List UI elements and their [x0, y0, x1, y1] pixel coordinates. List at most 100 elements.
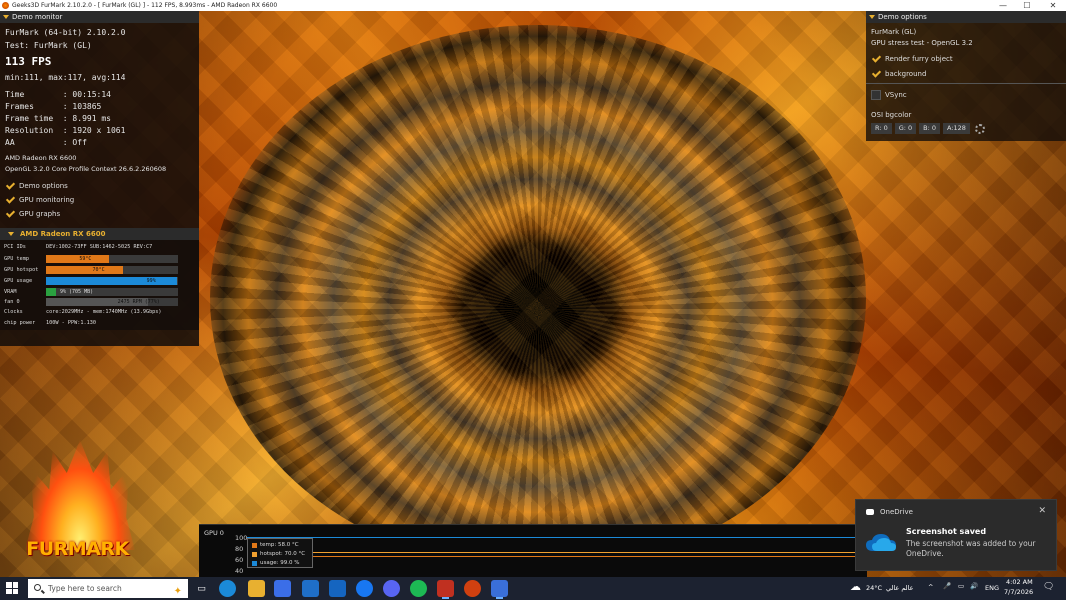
gauge-label: GPU usage	[4, 278, 33, 284]
notification-title: Screenshot saved	[906, 527, 987, 536]
windows-start-icon[interactable]	[6, 582, 18, 594]
legend-swatch	[252, 560, 257, 566]
gpu-gauge-row: GPU hotspot 70°C	[4, 265, 194, 275]
demo-monitor-header[interactable]: Demo monitor	[0, 11, 199, 23]
checkbox-label: VSync	[885, 91, 907, 99]
spotify-icon[interactable]	[410, 580, 427, 597]
background-checkbox[interactable]: background	[871, 68, 926, 80]
axis-tick: 100	[235, 534, 248, 542]
color-picker-icon[interactable]	[974, 124, 985, 134]
gauge-bar: 9% (705 MB)	[46, 288, 178, 296]
hotspot-line	[247, 552, 863, 553]
gpu-monitoring-checkbox[interactable]: GPU monitoring	[5, 194, 74, 206]
minimize-button[interactable]: —	[990, 0, 1016, 11]
gl-info: OpenGL 3.2.0 Core Profile Context 26.6.2…	[5, 165, 167, 173]
alpha-input[interactable]: A:128	[943, 123, 970, 134]
maximize-button[interactable]: ☐	[1014, 0, 1040, 11]
frame-time-readout: Frame time : 8.991 ms	[5, 114, 111, 123]
weather-temp[interactable]: 24°C	[866, 584, 882, 592]
checkmark-icon	[5, 209, 15, 219]
pci-row: PCI IDs DEV:1002-73FF SUB:1462-5025 REV:…	[4, 242, 194, 252]
furmark-taskbar-icon[interactable]	[437, 580, 454, 599]
resolution-readout: Resolution : 1920 x 1061	[5, 126, 126, 135]
demo-options-checkbox[interactable]: Demo options	[5, 180, 68, 192]
gpu-name: AMD Radeon RX 6600	[5, 154, 77, 162]
taskbar-search-box[interactable]: Type here to search ✦	[28, 579, 188, 598]
mail-icon[interactable]	[302, 580, 319, 597]
mic-icon[interactable]: 🎤	[943, 582, 951, 590]
furmark-monitor-icon[interactable]	[464, 580, 481, 597]
gauge-fill	[46, 288, 56, 296]
render-furry-object-checkbox[interactable]: Render furry object	[871, 53, 953, 65]
osi-bgcolor-label: OSI bgcolor	[871, 111, 912, 119]
tray-up-arrow-icon[interactable]: ^	[928, 583, 933, 591]
weather-icon[interactable]: ☁	[850, 580, 861, 593]
gauge-label: GPU temp	[4, 256, 29, 262]
gauge-label: fan 0	[4, 299, 20, 305]
notification-app-name: OneDrive	[880, 508, 913, 516]
flame-icon	[25, 440, 135, 550]
green-input[interactable]: G: 0	[894, 123, 917, 134]
notification-message: The screenshot was added to your OneDriv…	[906, 539, 1036, 558]
power-label: chip power	[4, 320, 36, 326]
fps-readout: 113 FPS	[5, 55, 52, 68]
checkmark-icon	[871, 54, 881, 64]
axis-tick: 40	[235, 567, 244, 575]
file-explorer-icon[interactable]	[248, 580, 265, 597]
gpu-gauge-row: GPU usage 99%	[4, 276, 194, 286]
gpu-monitor-header[interactable]: AMD Radeon RX 6600	[0, 228, 199, 240]
gauge-value: 99%	[146, 278, 156, 284]
legend-temp: temp: 58.0 °C	[252, 541, 299, 549]
notification-close-button[interactable]: ✕	[1038, 506, 1046, 516]
temp-line	[247, 556, 863, 557]
gpu-monitor-title: AMD Radeon RX 6600	[20, 230, 106, 238]
collapse-triangle-icon	[8, 232, 14, 236]
onedrive-cloud-icon	[866, 534, 896, 551]
onedrive-notification[interactable]: OneDrive ✕ Screenshot saved The screensh…	[855, 499, 1057, 571]
power-row: chip power 100W - PPW:1.130	[4, 318, 194, 328]
clocks-row: Clocks core:2029MHz - mem:1740MHz (13.9G…	[4, 307, 194, 317]
legend-swatch	[252, 542, 257, 548]
edge-icon[interactable]	[219, 580, 236, 597]
divider	[866, 83, 1066, 84]
vsync-checkbox[interactable]: VSync	[871, 89, 907, 101]
clock-time[interactable]: 4:02 AM	[1006, 578, 1033, 586]
volume-icon[interactable]: 🔊	[970, 582, 978, 590]
demo-options-header[interactable]: Demo options	[866, 11, 1066, 23]
task-view-icon[interactable]: ▭	[193, 580, 210, 597]
gauge-label: VRAM	[4, 289, 17, 295]
facebook-icon[interactable]	[356, 580, 373, 597]
network-icon[interactable]: ▭	[958, 582, 964, 590]
frames-readout: Frames : 103865	[5, 102, 102, 111]
discord-icon[interactable]	[383, 580, 400, 597]
checkbox-label: GPU graphs	[19, 210, 61, 218]
osi-bgcolor-controls: R: 0 G: 0 B: 0 A:128	[871, 123, 985, 134]
app-version: FurMark (64-bit) 2.10.2.0	[5, 28, 126, 37]
demo-monitor-title: Demo monitor	[12, 13, 63, 21]
notifications-icon[interactable]: 🗨	[1043, 582, 1054, 592]
legend-label: temp: 58.0 °C	[260, 542, 299, 548]
gauge-fill	[46, 277, 177, 285]
gauge-fill	[46, 266, 123, 274]
pci-label: PCI IDs	[4, 244, 26, 250]
demo-options-title: Demo options	[878, 13, 927, 21]
weather-text: عالم عالي	[886, 584, 914, 592]
checkmark-icon	[871, 69, 881, 79]
pci-value: DEV:1002-73FF SUB:1462-5025 REV:C7	[46, 244, 153, 250]
blue-input[interactable]: B: 0	[919, 123, 941, 134]
store-icon[interactable]	[274, 580, 291, 597]
gauge-value: 9% (705 MB)	[60, 289, 94, 295]
gpu-graphs-checkbox[interactable]: GPU graphs	[5, 208, 60, 220]
close-button[interactable]: ✕	[1040, 0, 1066, 11]
app-icon[interactable]	[329, 580, 346, 597]
checkmark-icon	[5, 195, 15, 205]
clock-date[interactable]: 7/7/2026	[1004, 588, 1033, 596]
red-input[interactable]: R: 0	[871, 123, 892, 134]
language-indicator[interactable]: ENG	[985, 584, 999, 592]
search-placeholder: Type here to search	[48, 584, 122, 593]
gauge-label: GPU hotspot	[4, 267, 39, 273]
snipping-tool-icon[interactable]	[491, 580, 508, 599]
gauge-value: 2475 RPM (77%)	[117, 299, 160, 305]
gpu-gauge-row: GPU temp 59°C	[4, 254, 194, 264]
taskbar: Type here to search ✦ ▭ ☁ 24°C عالم عالي…	[0, 577, 1066, 600]
